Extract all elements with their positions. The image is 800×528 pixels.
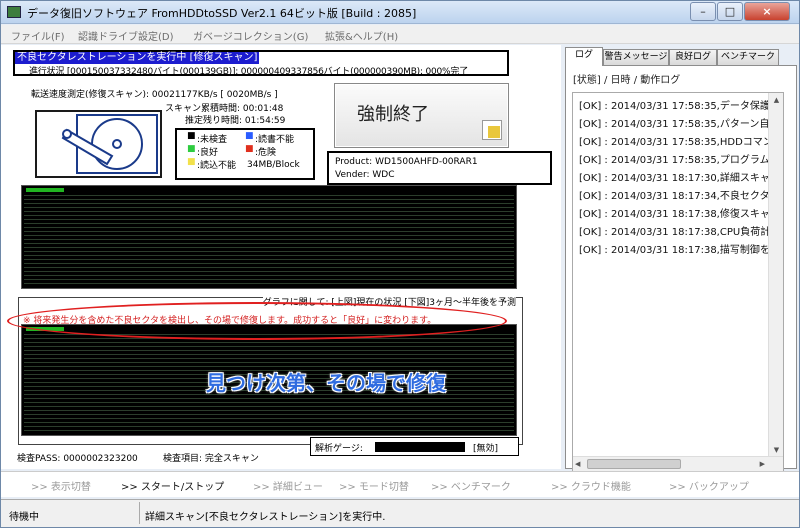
hard-disk-icon [61,114,158,174]
legend-swatch-unwritable: ■ [245,131,254,141]
highlight-ellipse [7,302,507,340]
map-grid [24,192,514,286]
vertical-scrollbar[interactable]: ▲ ▼ [768,93,783,471]
remaining-time: 推定残り時間: 01:54:59 [185,116,286,126]
legend-box: ■ :未検査 ■ :良好 ■ :読込不能 ■ :読書不能 ■ :危険 34MB/… [175,128,315,180]
status-box: 不良セクタレストレーションを実行中 [修復スキャン] 進行状況 [0001500… [13,50,509,77]
legend-unchecked: :未検査 [197,135,228,145]
legend-swatch-danger: ■ [245,144,254,154]
scroll-up-icon[interactable]: ▲ [769,93,783,107]
tab-log[interactable]: ログ [565,47,603,66]
cloud-button[interactable]: >> クラウド機能 [551,478,631,493]
tab-benchmark[interactable]: ベンチマーク [717,49,779,65]
backup-button[interactable]: >> バックアップ [669,478,749,493]
start-stop-button[interactable]: >> スタート/ストップ [121,478,224,493]
status-separator [139,502,140,524]
menu-garbage-collection[interactable]: ガベージコレクション(G) [193,28,308,43]
app-window: データ復旧ソフトウェア FromHDDtoSSD Ver2.1 64ビット版 [… [0,0,800,528]
horizontal-scrollbar[interactable]: ◀ ▶ [573,456,783,471]
drive-vendor: Vender: WDC [335,170,395,180]
legend-block-size: 34MB/Block [247,160,300,170]
tab-warnings[interactable]: 警告メッセージ [603,49,669,65]
drive-product: Product: WD1500AHFD-00RAR1 [335,157,478,167]
minimize-button[interactable]: – [690,2,716,21]
transfer-speed: 転送速度測定(修復スキャン): 00021177KB/s [ 0020MB/s … [31,90,278,100]
menu-drive-settings[interactable]: 認識ドライブ設定(D) [78,28,174,43]
status-message: 詳細スキャン[不良セクタレストレーション]を実行中. [145,512,386,523]
log-header: [状態] / 日時 / 動作ログ [573,75,681,86]
title-bar[interactable]: データ復旧ソフトウェア FromHDDtoSSD Ver2.1 64ビット版 [… [1,1,799,24]
list-item: [OK] : 2014/03/31 18:17:38,CPU負荷計測 [579,227,781,238]
menu-extension-help[interactable]: 拡張&ヘルプ(H) [325,28,398,43]
main-panel: 不良セクタレストレーションを実行中 [修復スキャン] 進行状況 [0001500… [1,45,561,469]
status-bar: 待機中 詳細スキャン[不良セクタレストレーション]を実行中. [1,499,799,527]
scroll-down-icon[interactable]: ▼ [769,443,783,457]
sector-map-current [21,185,517,289]
log-list[interactable]: [OK] : 2014/03/31 17:58:35,データ保護& [OK] :… [572,92,784,472]
log-panel: ログ 警告メッセージ 良好ログ ベンチマーク [状態] / 日時 / 動作ログ … [563,45,799,472]
list-item: [OK] : 2014/03/31 17:58:35,HDDコマンド [579,137,783,148]
list-item: [OK] : 2014/03/31 17:58:35,パターン自動 [579,119,780,130]
list-item: [OK] : 2014/03/31 18:17:30,詳細スキャンの [579,173,784,184]
legend-unreadable: :読込不能 [197,161,237,171]
note-icon [482,120,502,140]
bottom-toolbar: >> 表示切替 >> スタート/ストップ >> 詳細ビュー >> モード切替 >… [1,471,799,497]
window-title: データ復旧ソフトウェア FromHDDtoSSD Ver2.1 64ビット版 [… [27,7,417,20]
list-item: [OK] : 2014/03/31 18:17:38,描写制御を開 [579,245,780,256]
maximize-button[interactable]: □ [717,2,743,21]
log-tabs: ログ 警告メッセージ 良好ログ ベンチマーク [565,47,797,66]
list-item: [OK] : 2014/03/31 17:58:35,データ保護& [579,101,778,112]
legend-swatch-unreadable: ■ [187,157,196,167]
detail-view-button[interactable]: >> 詳細ビュー [253,478,323,493]
benchmark-button[interactable]: >> ベンチマーク [431,478,511,493]
log-pane: [状態] / 日時 / 動作ログ [OK] : 2014/03/31 17:58… [565,65,797,472]
list-item: [OK] : 2014/03/31 18:17:34,不良セクタレ [579,191,780,202]
mode-switch-button[interactable]: >> モード切替 [339,478,409,493]
pass-count: 検査PASS: 0000002323200 [17,454,138,464]
legend-unwritable: :読書不能 [255,135,295,145]
menu-bar: ファイル(F) 認識ドライブ設定(D) ガベージコレクション(G) 拡張&ヘルプ… [1,25,799,44]
legend-good: :良好 [197,148,219,158]
legend-swatch-unchecked: ■ [187,131,196,141]
overlay-caption: 見つけ次第、その場で修復 [206,371,446,395]
list-item: [OK] : 2014/03/31 18:17:38,修復スキャン [579,209,780,220]
force-stop-label: 強制終了 [357,104,429,125]
legend-swatch-good: ■ [187,144,196,154]
scroll-right-icon[interactable]: ▶ [760,457,765,471]
scroll-left-icon[interactable]: ◀ [575,457,580,471]
list-item: [OK] : 2014/03/31 17:58:35,プログラムが [579,155,780,166]
status-state: 待機中 [9,512,39,523]
status-line-progress: 進行状況 [000150037332480バイト(000139GB)]: 000… [29,67,469,77]
force-stop-button[interactable]: 強制終了 [334,83,509,148]
analysis-gauge: 解析ゲージ: [無効] [310,437,519,456]
toggle-view-button[interactable]: >> 表示切替 [31,478,91,493]
gauge-bar [375,442,465,452]
tab-good-log[interactable]: 良好ログ [669,49,717,65]
scroll-thumb[interactable] [587,459,681,469]
legend-danger: :危険 [255,148,277,158]
disk-illustration [35,110,162,178]
gauge-label: 解析ゲージ: [315,444,363,454]
gauge-state: [無効] [473,444,499,454]
close-button[interactable]: × [744,2,790,21]
status-line-operation: 不良セクタレストレーションを実行中 [修復スキャン] [15,52,260,64]
scan-item: 検査項目: 完全スキャン [163,454,259,464]
menu-file[interactable]: ファイル(F) [11,28,65,43]
app-icon [7,6,21,18]
drive-info-box: Product: WD1500AHFD-00RAR1 Vender: WDC [327,151,552,185]
